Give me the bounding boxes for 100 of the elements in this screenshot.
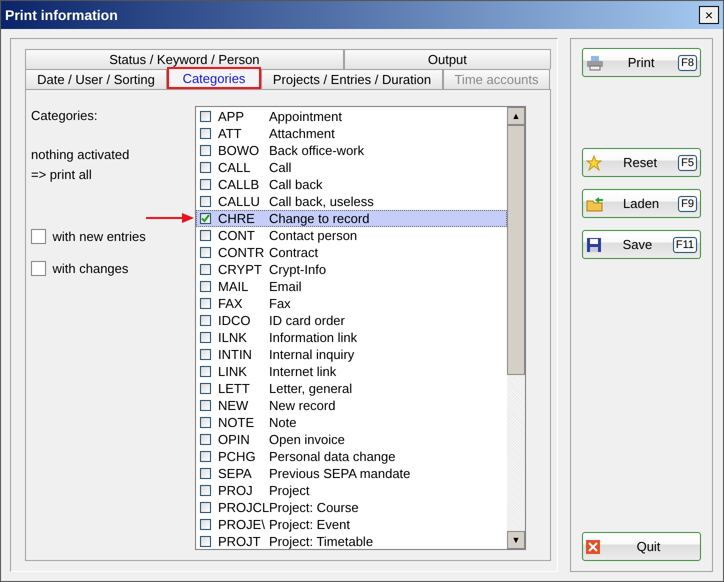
- action-button[interactable]: Print F8: [582, 48, 701, 77]
- list-item[interactable]: OPIN Open invoice: [196, 431, 507, 448]
- action-button[interactable]: Reset F5: [582, 148, 701, 177]
- list-item[interactable]: CHRE Change to record: [196, 210, 507, 227]
- checkbox[interactable]: [200, 451, 211, 462]
- checkbox[interactable]: [200, 145, 211, 156]
- category-code: FAX: [218, 294, 244, 313]
- tab[interactable]: Output: [344, 49, 551, 69]
- category-code: CONT: [218, 226, 256, 245]
- checkbox[interactable]: [200, 536, 211, 547]
- list-item[interactable]: CONT Contact person: [196, 227, 507, 244]
- scroll-thumb[interactable]: [507, 125, 525, 375]
- category-code: PROJT: [218, 532, 262, 549]
- category-code: PROJCL: [218, 498, 269, 517]
- category-name: New record: [269, 396, 336, 415]
- list-item[interactable]: IDCO ID card order: [196, 312, 507, 329]
- category-list[interactable]: [195, 106, 526, 550]
- list-item[interactable]: PROJCLProject: Course: [196, 499, 507, 516]
- checkbox[interactable]: [200, 213, 211, 224]
- list-item[interactable]: APP Appointment: [196, 108, 507, 125]
- list-item[interactable]: INTIN Internal inquiry: [196, 346, 507, 363]
- checkbox[interactable]: [200, 281, 211, 292]
- printer-icon: [586, 54, 604, 70]
- checkbox[interactable]: [200, 264, 211, 275]
- checkbox[interactable]: [31, 229, 46, 244]
- list-item[interactable]: SEPA Previous SEPA mandate: [196, 465, 507, 482]
- checkbox[interactable]: [200, 519, 211, 530]
- checkbox[interactable]: [200, 230, 211, 241]
- category-code: INTIN: [218, 346, 253, 364]
- list-item[interactable]: PROJE\ Project: Event: [196, 516, 507, 533]
- category-name: Call: [269, 158, 292, 177]
- category-name: Internet link: [269, 362, 336, 381]
- checkbox[interactable]: [200, 400, 211, 411]
- action-button[interactable]: Save F11: [582, 230, 701, 259]
- category-name: Letter, general: [269, 380, 352, 398]
- category-code: MAIL: [218, 278, 250, 296]
- scroll-down-button[interactable]: ▼: [507, 531, 525, 549]
- list-item[interactable]: LINK Internet link: [196, 363, 507, 380]
- category-name: Email: [269, 278, 302, 296]
- action-button[interactable]: Laden F9: [582, 189, 701, 218]
- checkbox[interactable]: [200, 417, 211, 428]
- list-item[interactable]: CALLU Call back, useless: [196, 193, 507, 210]
- category-name: Personal data change: [269, 448, 396, 466]
- tab[interactable]: Status / Keyword / Person: [25, 49, 344, 69]
- category-name: Call back, useless: [269, 192, 374, 211]
- checkbox[interactable]: [200, 502, 211, 513]
- category-code: OPIN: [218, 430, 251, 449]
- scroll-up-button[interactable]: ▲: [507, 107, 525, 125]
- shortcut-key: F5: [678, 154, 697, 170]
- list-item[interactable]: NOTE Note: [196, 414, 507, 431]
- category-name: Contract: [269, 244, 318, 262]
- category-code: ILNK: [218, 328, 248, 347]
- list-item[interactable]: FAX Fax: [196, 295, 507, 312]
- category-code: CALL: [218, 158, 252, 177]
- checkbox[interactable]: [200, 366, 211, 377]
- category-name: ID card order: [269, 312, 345, 330]
- list-item[interactable]: PCHG Personal data change: [196, 448, 507, 465]
- tab[interactable]: Projects / Entries / Duration: [261, 69, 443, 89]
- category-code: PCHG: [218, 448, 257, 466]
- checkbox[interactable]: [200, 128, 211, 139]
- category-code: NOTE: [218, 414, 256, 432]
- list-item[interactable]: PROJT Project: Timetable: [196, 533, 507, 549]
- checkbox[interactable]: [200, 485, 211, 496]
- list-item[interactable]: CONTR Contract: [196, 244, 507, 261]
- action-button[interactable]: Quit: [582, 532, 701, 561]
- tab[interactable]: Date / User / Sorting: [25, 69, 167, 89]
- tab[interactable]: Categories: [167, 67, 261, 89]
- checkbox[interactable]: [200, 349, 211, 360]
- checkbox[interactable]: [200, 434, 211, 445]
- list-item[interactable]: MAIL Email: [196, 278, 507, 295]
- list-item[interactable]: LETT Letter, general: [196, 380, 507, 397]
- checkbox[interactable]: [200, 247, 211, 258]
- list-item[interactable]: NEW New record: [196, 397, 507, 414]
- list-item[interactable]: ILNK Information link: [196, 329, 507, 346]
- list-item[interactable]: CALL Call: [196, 159, 507, 176]
- close-button[interactable]: ×: [699, 6, 719, 24]
- list-item[interactable]: ATT Attachment: [196, 125, 507, 142]
- category-code: CONTR: [218, 244, 266, 262]
- category-name: Project: Event: [269, 516, 350, 534]
- list-item[interactable]: CRYPT Crypt-Info: [196, 261, 507, 278]
- checkbox[interactable]: [200, 298, 211, 309]
- checkbox[interactable]: [200, 179, 211, 190]
- category-name: Call back: [269, 176, 322, 194]
- list-item[interactable]: BOWO Back office-work: [196, 142, 507, 159]
- category-name: Note: [269, 414, 296, 432]
- category-name: Information link: [269, 328, 358, 347]
- checkbox[interactable]: [200, 315, 211, 326]
- category-name: Change to record: [269, 210, 370, 228]
- list-item[interactable]: CALLB Call back: [196, 176, 507, 193]
- checkbox[interactable]: [200, 383, 211, 394]
- checkbox[interactable]: [31, 260, 46, 276]
- folder-icon: [586, 196, 604, 212]
- list-item[interactable]: PROJ Project: [196, 482, 507, 499]
- checkbox[interactable]: [200, 468, 211, 479]
- checkbox[interactable]: [200, 111, 211, 122]
- shortcut-key: F8: [678, 54, 697, 70]
- category-code: ATT: [218, 124, 243, 143]
- checkbox[interactable]: [200, 332, 211, 343]
- checkbox[interactable]: [200, 162, 211, 173]
- checkbox[interactable]: [200, 196, 211, 207]
